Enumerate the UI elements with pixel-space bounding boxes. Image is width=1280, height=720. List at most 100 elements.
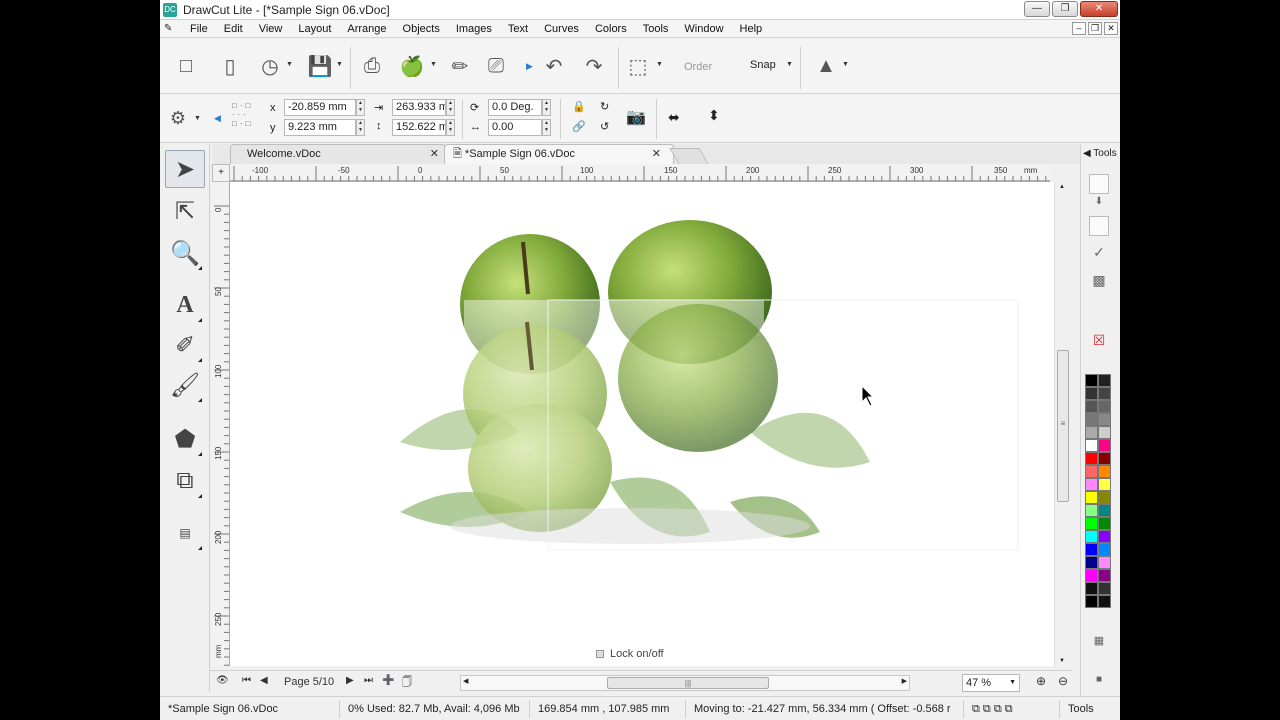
save-icon[interactable]: 💾 (306, 51, 334, 81)
color-swatch[interactable] (1085, 543, 1098, 556)
fill-swatch[interactable] (1089, 174, 1109, 194)
status-tools-toggle[interactable]: Tools (1060, 700, 1102, 718)
zoom-in-icon[interactable]: ⊕ (1036, 674, 1046, 688)
shape-tool-icon[interactable]: ⬟ (165, 420, 205, 458)
settings-dropdown-icon[interactable]: ▼ (194, 115, 201, 122)
tab-welcome[interactable]: Welcome.vDoc ✕ (230, 144, 446, 164)
rotation-spinner[interactable]: ▲ ▼ (542, 99, 551, 116)
first-page-icon[interactable]: ⏮ (242, 675, 251, 686)
chevron-down-icon[interactable]: ▼ (1009, 675, 1016, 691)
color-swatch[interactable] (1085, 595, 1098, 608)
rotation-input[interactable]: 0.0 Deg. (488, 99, 542, 116)
measure-tool-icon[interactable]: ▤ (165, 514, 205, 552)
menu-arrange[interactable]: Arrange (339, 23, 394, 35)
x-position-input[interactable]: -20.859 mm (284, 99, 356, 116)
color-swatch[interactable] (1098, 556, 1111, 569)
vertical-scroll-thumb[interactable]: ≡ (1057, 350, 1069, 502)
dock-title[interactable]: ◀ Tools (1083, 148, 1117, 159)
maximize-button[interactable]: ❐ (1052, 1, 1078, 17)
vertical-ruler[interactable]: 0 50 100 150 200 250 mm (212, 182, 230, 666)
close-button[interactable]: ✕ (1080, 1, 1118, 17)
color-swatch[interactable] (1098, 426, 1111, 439)
snap-button[interactable]: Snap (750, 59, 776, 71)
node-edit-tool-icon[interactable]: ⇱ (165, 192, 205, 230)
menu-view[interactable]: View (251, 23, 291, 35)
apples-artwork[interactable] (230, 182, 1054, 666)
arrow-down-icon[interactable]: ⬇ (1089, 196, 1109, 216)
color-swatch[interactable] (1085, 491, 1098, 504)
prev-page-icon[interactable]: ◀ (260, 675, 268, 686)
height-spinner[interactable]: ▲ ▼ (446, 119, 455, 136)
print-cut-icon[interactable]: ⎚ (482, 51, 510, 81)
new-tab-button[interactable] (669, 148, 709, 164)
redo-icon[interactable]: ↷ (580, 51, 608, 81)
page-manager-icon[interactable]: 🗍 (402, 675, 412, 692)
zoom-select[interactable]: 47 % ▼ (962, 674, 1020, 692)
ruler-origin[interactable]: + (212, 164, 230, 182)
height-input[interactable]: 152.622 mr (392, 119, 446, 136)
horizontal-scroll-thumb[interactable]: ||| (607, 677, 769, 689)
menu-file[interactable]: File (182, 23, 216, 35)
menu-text[interactable]: Text (500, 23, 536, 35)
scroll-up-icon[interactable]: ▲ (1059, 184, 1065, 190)
y-spinner[interactable]: ▲ ▼ (356, 119, 365, 136)
view-eye-icon[interactable]: 👁 (216, 675, 229, 686)
width-input[interactable]: 263.933 mr (392, 99, 446, 116)
menu-colors[interactable]: Colors (587, 23, 635, 35)
launch-dropdown-icon[interactable]: ▼ (842, 61, 849, 68)
doc-close-button[interactable]: ✕ (1104, 22, 1118, 35)
color-swatch[interactable] (1098, 439, 1111, 452)
lock-ratio-icon[interactable]: 🔒 (572, 100, 586, 113)
menu-objects[interactable]: Objects (395, 23, 448, 35)
paint-tool-icon[interactable]: 🖌 (165, 366, 205, 404)
no-color-icon[interactable]: ☒ (1089, 332, 1109, 352)
color-swatch[interactable] (1085, 465, 1098, 478)
cut-dropdown-icon[interactable]: ▼ (430, 61, 437, 68)
camera-capture-icon[interactable]: 📷 (626, 107, 646, 127)
color-swatch[interactable] (1085, 556, 1098, 569)
fill-bucket-icon[interactable]: ▩ (1089, 272, 1109, 292)
scroll-down-icon[interactable]: ▼ (1059, 658, 1065, 664)
scroll-right-icon[interactable]: ▶ (902, 677, 907, 685)
order-button[interactable]: Order (684, 61, 712, 73)
menu-window[interactable]: Window (676, 23, 731, 35)
color-swatch[interactable] (1085, 374, 1098, 387)
color-swatch[interactable] (1098, 595, 1111, 608)
palette-menu-icon[interactable]: ▦ (1089, 634, 1109, 654)
y-position-input[interactable]: 9.223 mm (284, 119, 356, 136)
color-swatch[interactable] (1085, 426, 1098, 439)
menu-tools[interactable]: Tools (635, 23, 677, 35)
skew-spinner[interactable]: ▲ ▼ (542, 119, 551, 136)
recent-dropdown-icon[interactable]: ▼ (286, 61, 293, 68)
snap-dropdown-icon[interactable]: ▼ (786, 61, 793, 68)
x-spinner[interactable]: ▲ ▼ (356, 99, 365, 116)
lock-checkbox[interactable] (596, 650, 604, 658)
mirror-vertical-icon[interactable]: ⬍ (708, 107, 720, 124)
color-swatch[interactable] (1098, 452, 1111, 465)
color-swatch[interactable] (1098, 400, 1111, 413)
text-tool-icon[interactable]: A (165, 286, 205, 324)
select-box-icon[interactable]: ⬚ (624, 51, 652, 81)
status-tool-icons[interactable]: ⧉ ⧉ ⧉ ⧉ (964, 699, 1060, 718)
menu-edit[interactable]: Edit (216, 23, 251, 35)
color-swatch[interactable] (1098, 413, 1111, 426)
undo-icon[interactable]: ↶ (540, 51, 568, 81)
color-swatch[interactable] (1085, 504, 1098, 517)
menu-layout[interactable]: Layout (290, 23, 339, 35)
zoom-tool-icon[interactable]: 🔍 (165, 234, 205, 272)
color-swatch[interactable] (1098, 374, 1111, 387)
cut-job-icon[interactable]: 🍏 (398, 51, 426, 81)
tab-close-icon[interactable]: ✕ (652, 145, 661, 163)
color-swatch[interactable] (1085, 569, 1098, 582)
tab-close-icon[interactable]: ✕ (430, 145, 439, 163)
color-swatch[interactable] (1098, 569, 1111, 582)
color-swatch[interactable] (1098, 582, 1111, 595)
color-swatch[interactable] (1085, 387, 1098, 400)
drawing-canvas[interactable] (230, 182, 1054, 666)
launch-icon[interactable]: ▲ (812, 51, 840, 81)
color-swatch[interactable] (1085, 439, 1098, 452)
color-swatch[interactable] (1098, 530, 1111, 543)
next-page-icon[interactable]: ▶ (346, 675, 354, 686)
recent-files-icon[interactable]: ◷ (256, 51, 284, 81)
color-swatch[interactable] (1085, 478, 1098, 491)
